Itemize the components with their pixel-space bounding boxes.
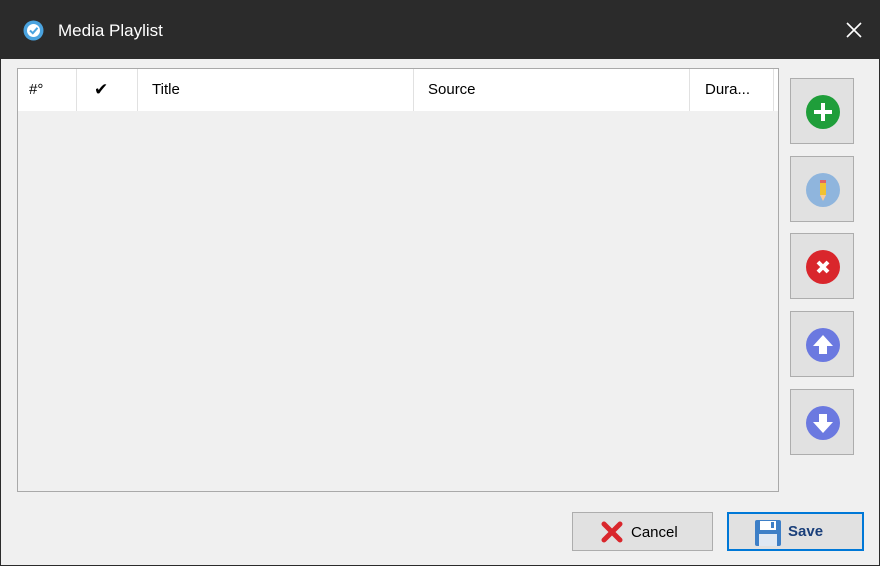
red-x-icon xyxy=(601,521,623,543)
edit-button[interactable] xyxy=(790,156,854,222)
playlist-grid[interactable]: #° ✔ Title Source Dura... xyxy=(17,68,779,492)
column-header-source[interactable]: Source xyxy=(414,69,690,111)
plus-circle-icon xyxy=(806,95,840,129)
column-header-duration[interactable]: Dura... xyxy=(690,69,774,111)
column-header-title[interactable]: Title xyxy=(138,69,414,111)
cancel-button[interactable]: Cancel xyxy=(572,512,713,551)
window-title: Media Playlist xyxy=(58,21,163,40)
delete-button[interactable] xyxy=(790,233,854,299)
arrow-up-circle-icon xyxy=(806,328,840,362)
title-bar[interactable]: Media Playlist xyxy=(1,1,879,59)
move-down-button[interactable] xyxy=(790,389,854,455)
save-button[interactable]: Save xyxy=(727,512,864,551)
column-header-number[interactable]: #° xyxy=(18,69,77,111)
floppy-disk-icon xyxy=(755,520,781,546)
arrow-down-circle-icon xyxy=(806,406,840,440)
cancel-label: Cancel xyxy=(631,524,678,541)
media-playlist-window: Media Playlist #° ✔ Title Source Dura... xyxy=(0,0,880,566)
x-circle-icon xyxy=(806,250,840,284)
close-button[interactable] xyxy=(829,1,879,59)
save-label: Save xyxy=(788,523,824,540)
column-header-checked[interactable]: ✔ xyxy=(77,69,138,111)
add-button[interactable] xyxy=(790,78,854,144)
grid-header: #° ✔ Title Source Dura... xyxy=(18,69,778,111)
pencil-icon xyxy=(806,173,840,207)
move-up-button[interactable] xyxy=(790,311,854,377)
close-icon xyxy=(846,22,862,38)
app-logo-icon xyxy=(23,20,44,41)
